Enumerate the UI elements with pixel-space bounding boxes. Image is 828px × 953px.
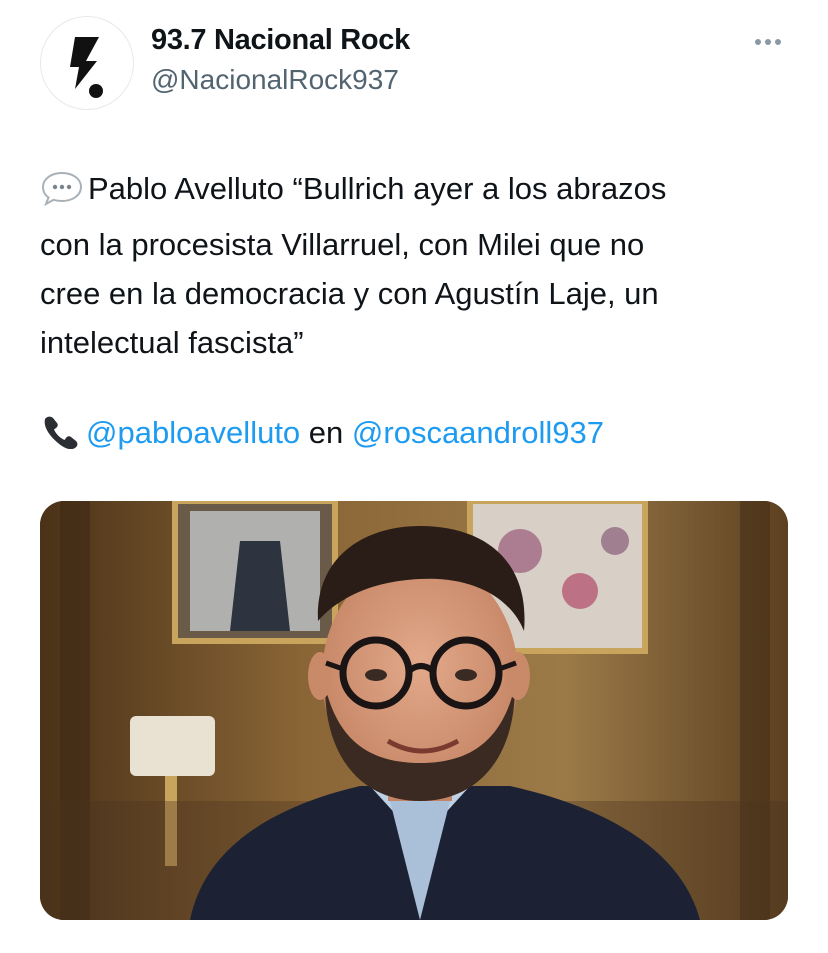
lightning-bolt-icon xyxy=(70,37,103,98)
speech-balloon-icon xyxy=(40,170,84,220)
tweet-text-line-1: Pablo Avelluto “Bullrich ayer a los abra… xyxy=(88,171,667,206)
handle[interactable]: @NacionalRock937 xyxy=(151,64,399,96)
mention-line: @pabloavelluto en @roscaandroll937 xyxy=(40,408,604,463)
mention-roscaandroll937[interactable]: @roscaandroll937 xyxy=(352,415,604,450)
telephone-receiver-icon xyxy=(40,413,80,463)
more-options-button[interactable] xyxy=(750,22,790,52)
tweet-text-line-3: cree en la democracia y con Agustín Laje… xyxy=(40,276,659,311)
connector-text: en xyxy=(308,415,344,450)
tweet-text: Pablo Avelluto “Bullrich ayer a los abra… xyxy=(40,164,800,367)
avatar[interactable] xyxy=(40,16,134,110)
tweet-text-line-4: intelectual fascista” xyxy=(40,325,304,360)
portrait-photo xyxy=(40,501,788,920)
tweet-media-image[interactable] xyxy=(40,501,788,920)
more-horizontal-icon xyxy=(755,39,781,45)
mention-pabloavelluto[interactable]: @pabloavelluto xyxy=(86,415,300,450)
tweet-text-line-2: con la procesista Villarruel, con Milei … xyxy=(40,227,645,262)
display-name[interactable]: 93.7 Nacional Rock xyxy=(151,24,410,57)
